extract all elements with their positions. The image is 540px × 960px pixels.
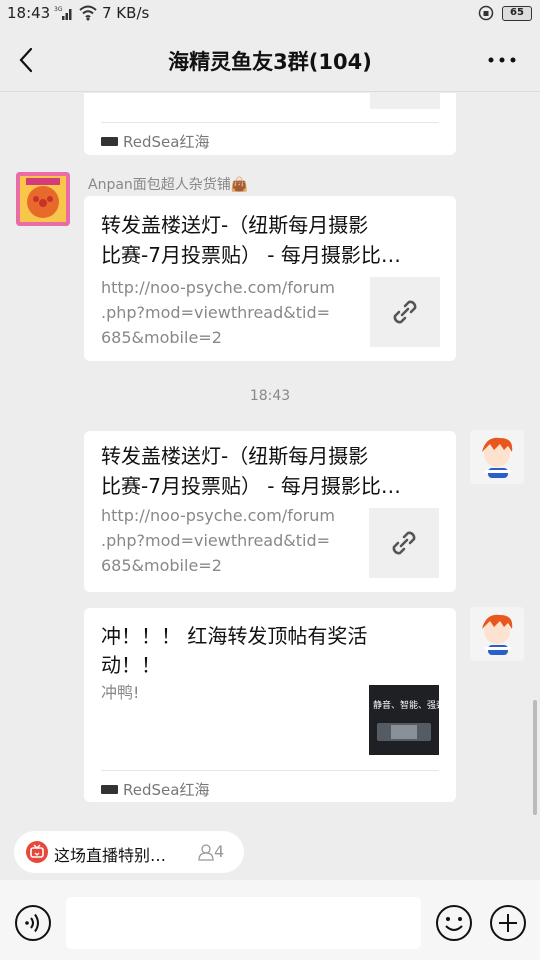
link-url-line: 685&mobile=2	[101, 328, 222, 347]
card-source: RedSea红海	[101, 770, 439, 800]
user-avatar-icon	[470, 430, 524, 484]
avatar[interactable]	[16, 172, 70, 226]
anpanman-avatar-icon	[16, 172, 70, 226]
user-avatar-icon	[470, 607, 524, 661]
card-thumbnail	[370, 93, 440, 109]
link-thumbnail	[370, 277, 440, 347]
signal-icon: 3G	[54, 6, 72, 20]
redsea-logo-icon	[101, 785, 118, 794]
more-dots-icon[interactable]	[486, 46, 518, 74]
live-stream-pill[interactable]: 这场直播特别… 4	[14, 831, 244, 873]
person-icon	[198, 844, 214, 861]
viewer-count: 4	[214, 842, 225, 861]
link-thumbnail	[369, 508, 439, 578]
svg-text:3G: 3G	[54, 6, 63, 13]
app-message-card[interactable]: 冲！！！ 红海转发顶帖有奖活 动！！ 冲鸭! 静音、智能、强劲 RedSea红海	[84, 608, 456, 802]
link-title-line: 转发盖楼送灯-（纽斯每月摄影	[101, 213, 369, 237]
live-tv-icon	[26, 841, 48, 863]
link-card[interactable]: 转发盖楼送灯-（纽斯每月摄影 比赛-7月投票贴） - 每月摄影比… http:/…	[84, 196, 456, 361]
battery-indicator: 65	[502, 6, 532, 21]
link-url-line: .php?mod=viewthread&tid=	[101, 531, 331, 550]
thumbnail-caption: 静音、智能、强劲	[373, 701, 439, 711]
card-source-label: RedSea红海	[123, 133, 210, 151]
link-url-line: http://noo-psyche.com/forum	[101, 278, 335, 297]
thumbnail-product-highlight	[391, 725, 417, 739]
card-source: RedSea红海	[101, 122, 439, 152]
app-card-description: 冲鸭!	[101, 683, 140, 702]
app-card-title-line: 动！！	[101, 653, 161, 677]
message-list[interactable]: RedSea红海 Anpan面包超人杂货铺👜 转发盖楼送灯-（纽斯每月摄影 比赛…	[0, 93, 540, 818]
link-url-line: 685&mobile=2	[101, 556, 222, 575]
link-chain-icon	[392, 531, 416, 555]
message-card-partial[interactable]: RedSea红海	[84, 93, 456, 155]
input-toolbar	[0, 880, 540, 960]
chat-title: 海精灵鱼友3群(104)	[168, 50, 372, 74]
link-card[interactable]: 转发盖楼送灯-（纽斯每月摄影 比赛-7月投票贴） - 每月摄影比… http:/…	[84, 431, 456, 592]
message-input[interactable]	[66, 897, 421, 949]
link-title-line: 比赛-7月投票贴） - 每月摄影比…	[101, 243, 401, 267]
plus-icon[interactable]	[489, 904, 527, 942]
sender-name: Anpan面包超人杂货铺👜	[88, 177, 249, 193]
status-bar: 18:43 3G 7 KB/s 65	[0, 0, 540, 28]
message-timestamp: 18:43	[249, 388, 291, 404]
app-card-thumbnail: 静音、智能、强劲	[369, 685, 439, 755]
alarm-icon	[478, 5, 494, 21]
chat-header: 海精灵鱼友3群(104)	[0, 28, 540, 92]
back-arrow-icon[interactable]	[14, 46, 40, 74]
live-stream-label: 这场直播特别…	[54, 846, 167, 865]
link-title-line: 转发盖楼送灯-（纽斯每月摄影	[101, 444, 369, 468]
card-source-label: RedSea红海	[123, 781, 210, 799]
link-chain-icon	[393, 300, 417, 324]
network-speed: 7 KB/s	[102, 4, 150, 22]
emoji-icon[interactable]	[435, 904, 473, 942]
avatar[interactable]	[470, 607, 524, 661]
redsea-logo-icon	[101, 137, 118, 146]
voice-icon[interactable]	[14, 904, 52, 942]
wifi-icon	[79, 5, 97, 21]
avatar[interactable]	[470, 430, 524, 484]
app-card-title-line: 冲！！！ 红海转发顶帖有奖活	[101, 624, 368, 648]
status-time: 18:43	[7, 4, 51, 22]
link-url-line: http://noo-psyche.com/forum	[101, 506, 335, 525]
link-url-line: .php?mod=viewthread&tid=	[101, 303, 331, 322]
scrollbar[interactable]	[533, 700, 537, 815]
link-title-line: 比赛-7月投票贴） - 每月摄影比…	[101, 474, 401, 498]
